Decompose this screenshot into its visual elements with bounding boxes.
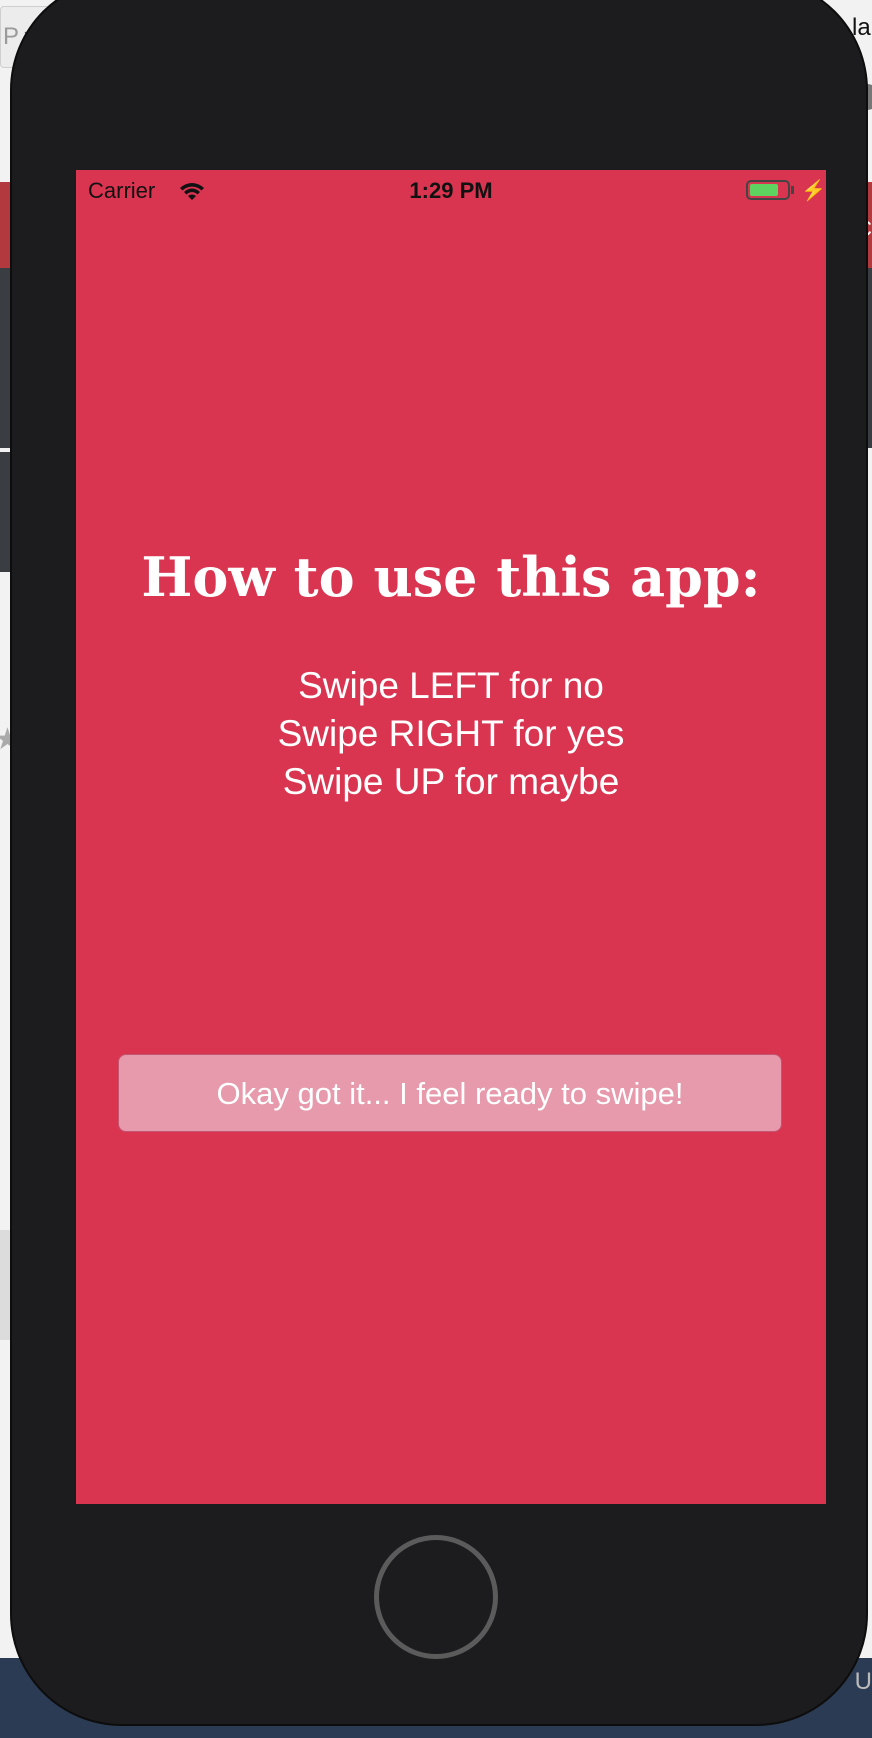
charge-icon: ⚡ [801, 180, 826, 202]
status-bar: Carrier 1:29 PM ⚡ [76, 170, 826, 210]
home-button[interactable] [374, 1535, 498, 1659]
instruction-line: Swipe LEFT for no [298, 665, 604, 706]
battery-tip [791, 186, 794, 194]
app-screen: Carrier 1:29 PM ⚡ How to use this app: S… [76, 170, 826, 1504]
clock: 1:29 PM [409, 178, 493, 203]
battery-level [750, 184, 778, 196]
battery-icon [746, 180, 790, 200]
page-title: How to use this app: [141, 545, 761, 609]
instruction-line: Swipe RIGHT for yes [277, 713, 625, 754]
background-letter-bottom: U [854, 1668, 872, 1695]
background-mark: : [0, 864, 1, 892]
ready-button[interactable]: Okay got it... I feel ready to swipe! [118, 1054, 782, 1132]
instruction-line: Swipe UP for maybe [282, 761, 620, 802]
tab-letter: P [3, 23, 20, 50]
phone-frame: Carrier 1:29 PM ⚡ How to use this app: S… [12, 0, 866, 1724]
instructions: Swipe LEFT for no Swipe RIGHT for yes Sw… [76, 662, 826, 806]
